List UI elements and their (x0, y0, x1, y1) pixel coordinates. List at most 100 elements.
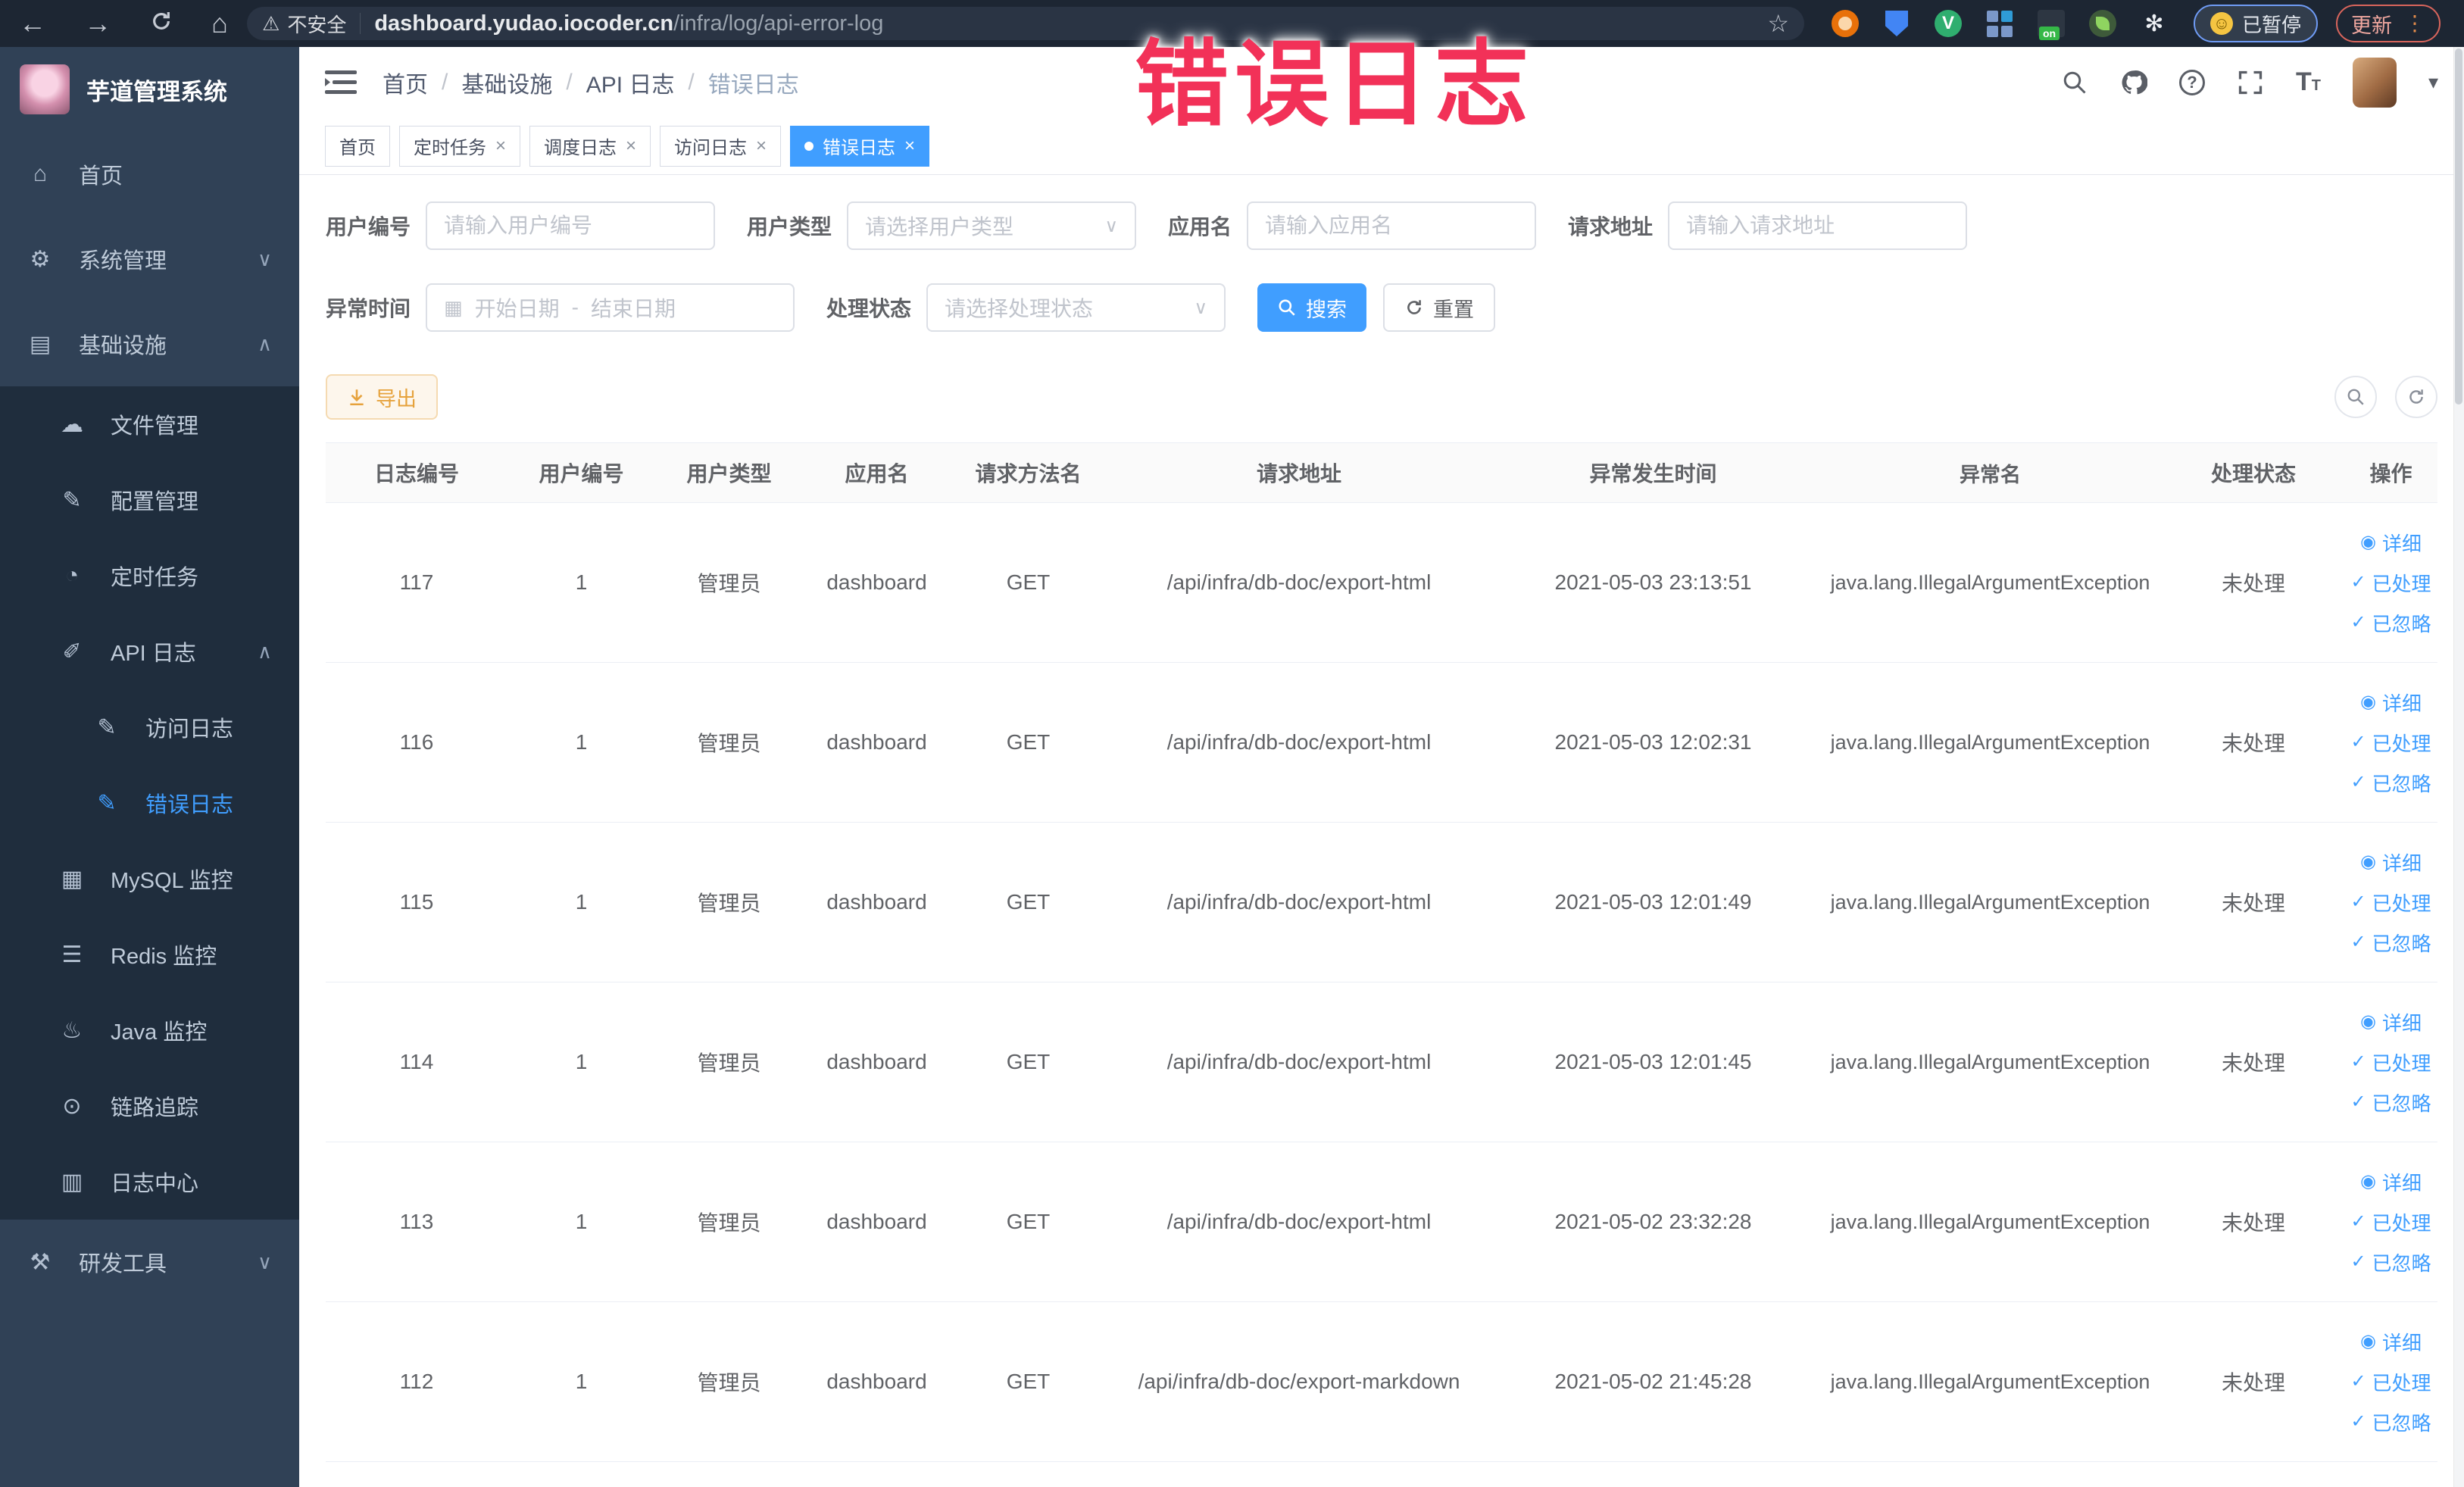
update-button[interactable]: 更新 ⋮ (2336, 5, 2441, 42)
close-icon[interactable]: × (626, 136, 636, 155)
sidebar-item-config-management[interactable]: ✎ 配置管理 (0, 462, 299, 538)
detail-link[interactable]: ◉ 详细 (2360, 848, 2422, 876)
sidebar-item-dev-tools[interactable]: ⚒ 研发工具 ∨ (0, 1220, 299, 1304)
request-url-input[interactable] (1668, 201, 1968, 250)
tab-home[interactable]: 首页 (325, 125, 390, 167)
detail-link[interactable]: ◉ 详细 (2360, 529, 2422, 557)
font-size-icon[interactable]: TT (2296, 67, 2321, 97)
col-method: 请求方法名 (975, 462, 1082, 486)
reload-icon[interactable] (149, 9, 173, 38)
mark-processed-link[interactable]: ✓ 已处理 (2350, 889, 2431, 917)
back-icon[interactable]: ← (19, 10, 46, 37)
sidebar-item-api-log[interactable]: ✐ API 日志 ∧ (0, 614, 299, 689)
breadcrumb-home[interactable]: 首页 (383, 66, 428, 99)
home-icon[interactable]: ⌂ (211, 10, 228, 37)
reset-button[interactable]: 重置 (1383, 283, 1496, 332)
mark-ignored-link[interactable]: ✓ 已忽略 (2350, 1408, 2431, 1436)
sidebar-item-mysql-monitor[interactable]: ▦ MySQL 监控 (0, 841, 299, 917)
kebab-menu-icon[interactable]: ⋮ (2404, 12, 2425, 33)
paused-badge[interactable]: ☺ 已暂停 (2194, 5, 2319, 42)
mark-ignored-link[interactable]: ✓ 已忽略 (2350, 609, 2431, 637)
sidebar-item-tracing[interactable]: ⊙ 链路追踪 (0, 1068, 299, 1144)
hamburger-icon[interactable] (325, 69, 357, 96)
sidebar-item-label: Java 监控 (111, 1020, 208, 1045)
help-icon[interactable]: ? (2178, 69, 2205, 95)
sidebar-item-system-management[interactable]: ⚙ 系统管理 ∨ (0, 217, 299, 301)
tab-error-log[interactable]: 错误日志 × (790, 125, 930, 167)
mark-processed-link[interactable]: ✓ 已处理 (2350, 1368, 2431, 1396)
refresh-icon (1407, 300, 1421, 314)
detail-link[interactable]: ◉ 详细 (2360, 1328, 2422, 1356)
refresh-table-button[interactable] (2395, 376, 2437, 418)
cell-url: /api/infra/db-doc/export-html (1166, 730, 1432, 754)
sidebar-menu: ⌂ 首页 ⚙ 系统管理 ∨ ▤ 基础设施 ∧ ☁ 文件管理 ✎ 配置管理 ◔ 定… (0, 132, 299, 1487)
security-label: 不安全 (287, 13, 347, 36)
sidebar-item-error-log[interactable]: ✎ 错误日志 (0, 765, 299, 841)
forward-icon[interactable]: → (84, 10, 111, 37)
detail-link[interactable]: ◉ 详细 (2360, 1008, 2422, 1036)
export-button[interactable]: 导出 (326, 374, 438, 420)
scrollbar-thumb[interactable] (2455, 48, 2462, 405)
extension-grid-icon[interactable] (1986, 10, 2013, 37)
mark-processed-link[interactable]: ✓ 已处理 (2350, 1048, 2431, 1076)
mark-ignored-link[interactable]: ✓ 已忽略 (2350, 1248, 2431, 1276)
sidebar-item-label: 系统管理 (79, 249, 167, 273)
mark-ignored-link[interactable]: ✓ 已忽略 (2350, 769, 2431, 797)
cell-app-name: dashboard (826, 570, 927, 594)
tab-schedule-log[interactable]: 调度日志 × (529, 125, 651, 167)
app-name-input[interactable] (1247, 201, 1537, 250)
breadcrumb-api-log[interactable]: API 日志 (586, 66, 675, 99)
cell-method: GET (1006, 1370, 1051, 1393)
chevron-down-icon: ∨ (1194, 297, 1208, 318)
page-scrollbar[interactable] (2453, 47, 2464, 1487)
breadcrumb-infrastructure[interactable]: 基础设施 (461, 66, 552, 99)
search-button[interactable]: 搜索 (1257, 283, 1367, 332)
extension-leaf-icon[interactable] (2089, 10, 2116, 37)
mark-ignored-link[interactable]: ✓ 已忽略 (2350, 1089, 2431, 1117)
cell-user-id: 1 (575, 1210, 588, 1233)
github-icon[interactable] (2120, 69, 2148, 96)
detail-link[interactable]: ◉ 详细 (2360, 1168, 2422, 1196)
fullscreen-icon[interactable] (2237, 69, 2264, 96)
extension-on-badge-icon[interactable]: on (2038, 10, 2065, 40)
extension-v-icon[interactable]: V (1935, 10, 1962, 37)
user-avatar[interactable] (2352, 57, 2397, 108)
user-id-input[interactable] (426, 201, 716, 250)
avatar-caret-icon[interactable]: ▾ (2428, 70, 2438, 94)
extension-shield-icon[interactable] (1883, 10, 1910, 37)
tab-access-log[interactable]: 访问日志 × (660, 125, 782, 167)
sidebar-logo-row[interactable]: 芋道管理系统 (0, 47, 299, 132)
close-icon[interactable]: × (756, 136, 767, 155)
cell-url: /api/infra/db-doc/export-html (1166, 570, 1432, 594)
date-start-placeholder: 开始日期 (474, 297, 560, 320)
security-warning-icon[interactable]: ⚠ (262, 12, 280, 36)
detail-link[interactable]: ◉ 详细 (2360, 689, 2422, 717)
sidebar-item-infrastructure[interactable]: ▤ 基础设施 ∧ (0, 301, 299, 386)
bookmark-star-icon[interactable]: ☆ (1767, 9, 1789, 38)
mark-processed-link[interactable]: ✓ 已处理 (2350, 729, 2431, 757)
mark-processed-link[interactable]: ✓ 已处理 (2350, 569, 2431, 597)
sidebar-item-cron-jobs[interactable]: ◔ 定时任务 (0, 538, 299, 614)
process-status-select[interactable]: 请选择处理状态 ∨ (926, 283, 1226, 332)
sidebar-item-home[interactable]: ⌂ 首页 (0, 132, 299, 217)
sidebar-item-redis-monitor[interactable]: ☰ Redis 监控 (0, 917, 299, 992)
close-icon[interactable]: × (904, 136, 915, 155)
sidebar-item-log-center[interactable]: ▥ 日志中心 (0, 1144, 299, 1220)
close-icon[interactable]: × (495, 136, 506, 155)
address-bar[interactable]: ⚠ 不安全 dashboard.yudao.iocoder.cn/infra/l… (247, 7, 1804, 40)
mark-ignored-link[interactable]: ✓ 已忽略 (2350, 929, 2431, 957)
search-icon[interactable] (2061, 69, 2088, 96)
table-row: 117 1 管理员 dashboard GET /api/infra/db-do… (326, 503, 2437, 663)
extension-orange-icon[interactable] (1832, 10, 1859, 37)
user-type-select[interactable]: 请选择用户类型 ∨ (847, 201, 1137, 250)
toggle-search-button[interactable] (2334, 376, 2377, 418)
eye-icon: ◉ (2360, 532, 2376, 552)
sidebar-item-access-log[interactable]: ✎ 访问日志 (0, 689, 299, 765)
extensions-puzzle-icon[interactable]: ✻ (2141, 10, 2168, 37)
col-url: 请求地址 (1256, 462, 1341, 486)
mark-processed-link[interactable]: ✓ 已处理 (2350, 1208, 2431, 1236)
sidebar-item-java-monitor[interactable]: ♨ Java 监控 (0, 992, 299, 1068)
date-range-picker[interactable]: ▦ 开始日期 - 结束日期 (426, 283, 795, 332)
sidebar-item-file-management[interactable]: ☁ 文件管理 (0, 386, 299, 462)
tab-cron-jobs[interactable]: 定时任务 × (399, 125, 521, 167)
